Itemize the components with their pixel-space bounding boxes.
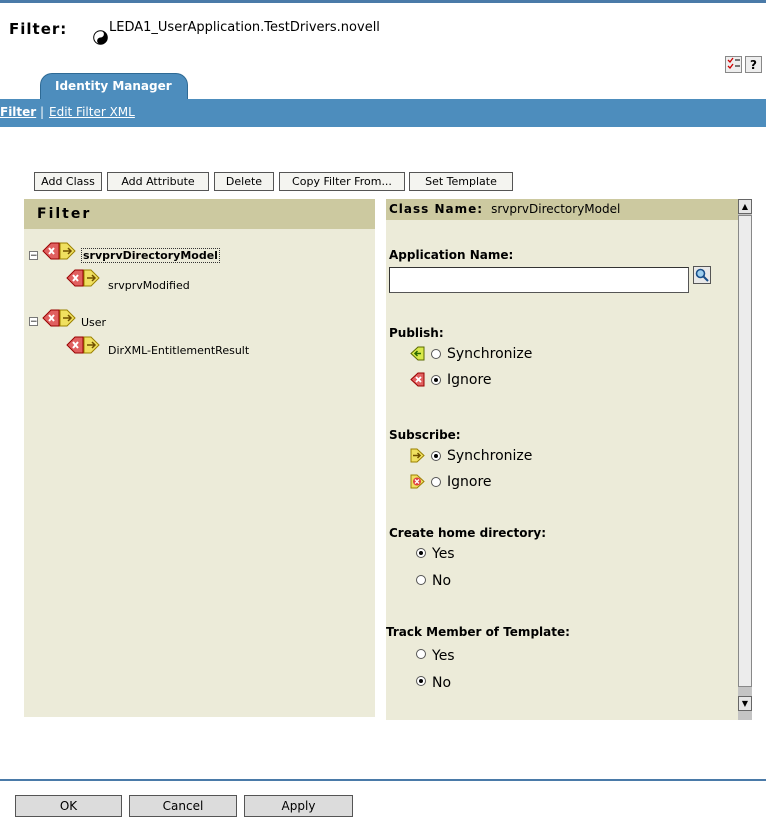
- set-template-button[interactable]: Set Template: [409, 172, 513, 191]
- tab-identity-manager[interactable]: Identity Manager: [40, 73, 188, 99]
- track-member-yes-option: Yes: [432, 648, 455, 664]
- collapse-icon[interactable]: −: [29, 317, 38, 327]
- tree-item-dirxml-entitlementresult[interactable]: DirXML-EntitlementResult: [108, 344, 249, 357]
- subscribe-ignore-radio[interactable]: [431, 477, 441, 487]
- track-member-no-radio[interactable]: [416, 676, 426, 686]
- delete-button[interactable]: Delete: [214, 172, 274, 191]
- search-button[interactable]: [693, 266, 711, 284]
- class-name-header: Class Name: srvprvDirectoryModel: [386, 199, 738, 220]
- filter-pane-header: Filter: [24, 199, 375, 229]
- publish-ignore-icon: [410, 372, 425, 387]
- subscribe-synchronize-icon: [410, 448, 425, 463]
- cancel-button[interactable]: Cancel: [129, 795, 237, 817]
- scrollbar-thumb[interactable]: [738, 215, 752, 687]
- publish-ignore-option: Ignore: [447, 372, 492, 388]
- scroll-down-arrow-icon[interactable]: ▼: [738, 696, 752, 711]
- class-name-value: srvprvDirectoryModel: [491, 202, 621, 216]
- tree-item-user[interactable]: User: [81, 316, 106, 329]
- publish-ignore-radio[interactable]: [431, 375, 441, 385]
- scroll-up-arrow-icon[interactable]: ▲: [738, 199, 752, 214]
- bottom-border: [0, 779, 766, 781]
- track-member-label: Track Member of Template:: [386, 625, 570, 639]
- help-icon[interactable]: ?: [745, 56, 762, 73]
- home-directory-no-option: No: [432, 573, 452, 589]
- vertical-scrollbar[interactable]: ▲ ▼: [738, 199, 752, 720]
- object-name: LEDA1_UserApplication.TestDrivers.novell: [109, 20, 380, 35]
- copy-filter-button[interactable]: Copy Filter From...: [279, 172, 405, 191]
- tree-item-srvprvdirectorymodel[interactable]: srvprvDirectoryModel: [81, 248, 220, 263]
- ignore-sync-icon[interactable]: [65, 269, 101, 287]
- application-name-label: Application Name:: [389, 248, 514, 262]
- edit-filter-xml-link[interactable]: Edit Filter XML: [49, 105, 135, 119]
- ok-button[interactable]: OK: [15, 795, 122, 817]
- create-home-directory-label: Create home directory:: [389, 526, 547, 540]
- nav-separator: |: [40, 105, 45, 119]
- sub-navigation: Filter | Edit Filter XML: [0, 99, 766, 127]
- subscribe-ignore-option: Ignore: [447, 474, 492, 490]
- page-title: Filter:: [9, 20, 68, 38]
- track-member-yes-radio[interactable]: [416, 649, 426, 659]
- tree-item-srvprvmodified[interactable]: srvprvModified: [108, 279, 190, 292]
- track-member-no-option: No: [432, 675, 452, 691]
- home-directory-no-radio[interactable]: [416, 575, 426, 585]
- home-directory-yes-option: Yes: [432, 546, 455, 562]
- subscribe-ignore-icon: [410, 474, 425, 489]
- checklist-icon[interactable]: [725, 56, 742, 73]
- application-name-input[interactable]: [389, 267, 689, 293]
- add-attribute-button[interactable]: Add Attribute: [107, 172, 209, 191]
- ignore-sync-icon[interactable]: [41, 309, 77, 327]
- subscribe-label: Subscribe:: [389, 428, 461, 442]
- home-directory-yes-radio[interactable]: [416, 548, 426, 558]
- filter-link[interactable]: Filter: [0, 105, 36, 119]
- publish-label: Publish:: [389, 326, 444, 340]
- class-name-label: Class Name:: [389, 202, 484, 216]
- ignore-sync-icon[interactable]: [41, 242, 77, 260]
- driver-icon: [93, 30, 108, 45]
- collapse-icon[interactable]: −: [29, 251, 38, 261]
- ignore-sync-icon[interactable]: [65, 336, 101, 354]
- subscribe-synchronize-radio[interactable]: [431, 451, 441, 461]
- publish-synchronize-icon: [410, 346, 425, 361]
- subscribe-synchronize-option: Synchronize: [447, 448, 533, 464]
- filter-tree-pane: Filter − srvprvDirectoryModel srvprvModi…: [24, 199, 375, 717]
- top-border: [0, 0, 766, 3]
- class-properties-pane: Class Name: srvprvDirectoryModel Applicat…: [386, 199, 752, 720]
- tab-label: Identity Manager: [55, 79, 172, 93]
- publish-synchronize-option: Synchronize: [447, 346, 533, 362]
- apply-button[interactable]: Apply: [244, 795, 353, 817]
- add-class-button[interactable]: Add Class: [34, 172, 102, 191]
- magnifier-icon: [695, 268, 709, 282]
- publish-synchronize-radio[interactable]: [431, 349, 441, 359]
